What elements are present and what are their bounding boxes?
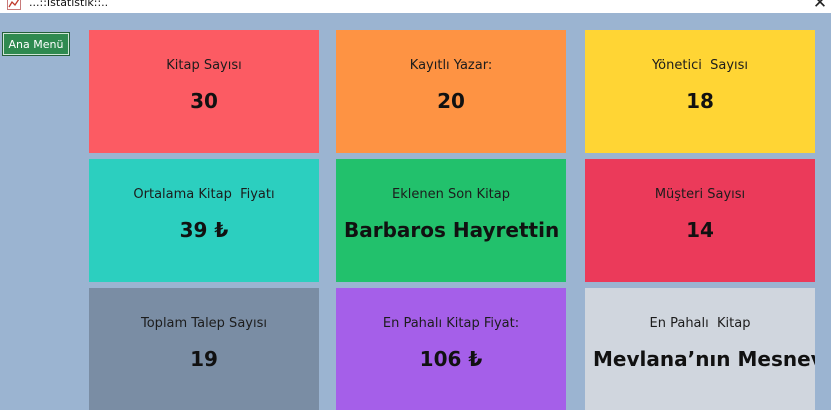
card-label: En Pahalı Kitap <box>649 316 751 331</box>
card-average-price: Ortalama Kitap Fiyatı 39 ₺ <box>89 159 319 282</box>
card-value: 19 <box>190 347 218 371</box>
window-title: ...::İstatistik::.. <box>29 0 109 9</box>
close-button[interactable]: ✕ <box>811 0 829 12</box>
statistics-panel: Ana Menü Kitap Sayısı 30 Kayıtlı Yazar: … <box>0 13 831 410</box>
chart-icon <box>7 0 21 10</box>
card-label: Müşteri Sayısı <box>654 187 746 202</box>
card-label: Kayıtlı Yazar: <box>409 58 493 73</box>
card-request-count: Toplam Talep Sayısı 19 <box>89 288 319 410</box>
card-value: 18 <box>686 89 714 113</box>
card-value: Barbaros Hayrettin Ge <box>344 218 566 242</box>
card-admin-count: Yönetici Sayısı 18 <box>585 30 815 153</box>
card-value: 106 ₺ <box>419 347 483 371</box>
card-label: Ortalama Kitap Fiyatı <box>133 187 275 202</box>
card-customer-count: Müşteri Sayısı 14 <box>585 159 815 282</box>
card-value: 30 <box>190 89 218 113</box>
card-book-count: Kitap Sayısı 30 <box>89 30 319 153</box>
card-author-count: Kayıtlı Yazar: 20 <box>336 30 566 153</box>
card-value: 14 <box>686 218 714 242</box>
card-value: 39 ₺ <box>179 218 229 242</box>
card-most-expensive-book: En Pahalı Kitap Mevlana’nın Mesnevisi <box>585 288 815 410</box>
card-label: En Pahalı Kitap Fiyat: <box>382 316 520 331</box>
card-label: Kitap Sayısı <box>166 58 242 73</box>
card-max-price: En Pahalı Kitap Fiyat: 106 ₺ <box>336 288 566 410</box>
card-last-added-book: Eklenen Son Kitap Barbaros Hayrettin Ge <box>336 159 566 282</box>
card-label: Eklenen Son Kitap <box>392 187 510 202</box>
title-bar: ...::İstatistik::.. ✕ <box>0 0 831 13</box>
card-value: 20 <box>437 89 465 113</box>
card-label: Toplam Talep Sayısı <box>141 316 267 331</box>
card-label: Yönetici Sayısı <box>651 58 749 73</box>
card-value: Mevlana’nın Mesnevisi <box>593 347 815 371</box>
main-menu-button[interactable]: Ana Menü <box>2 32 70 56</box>
